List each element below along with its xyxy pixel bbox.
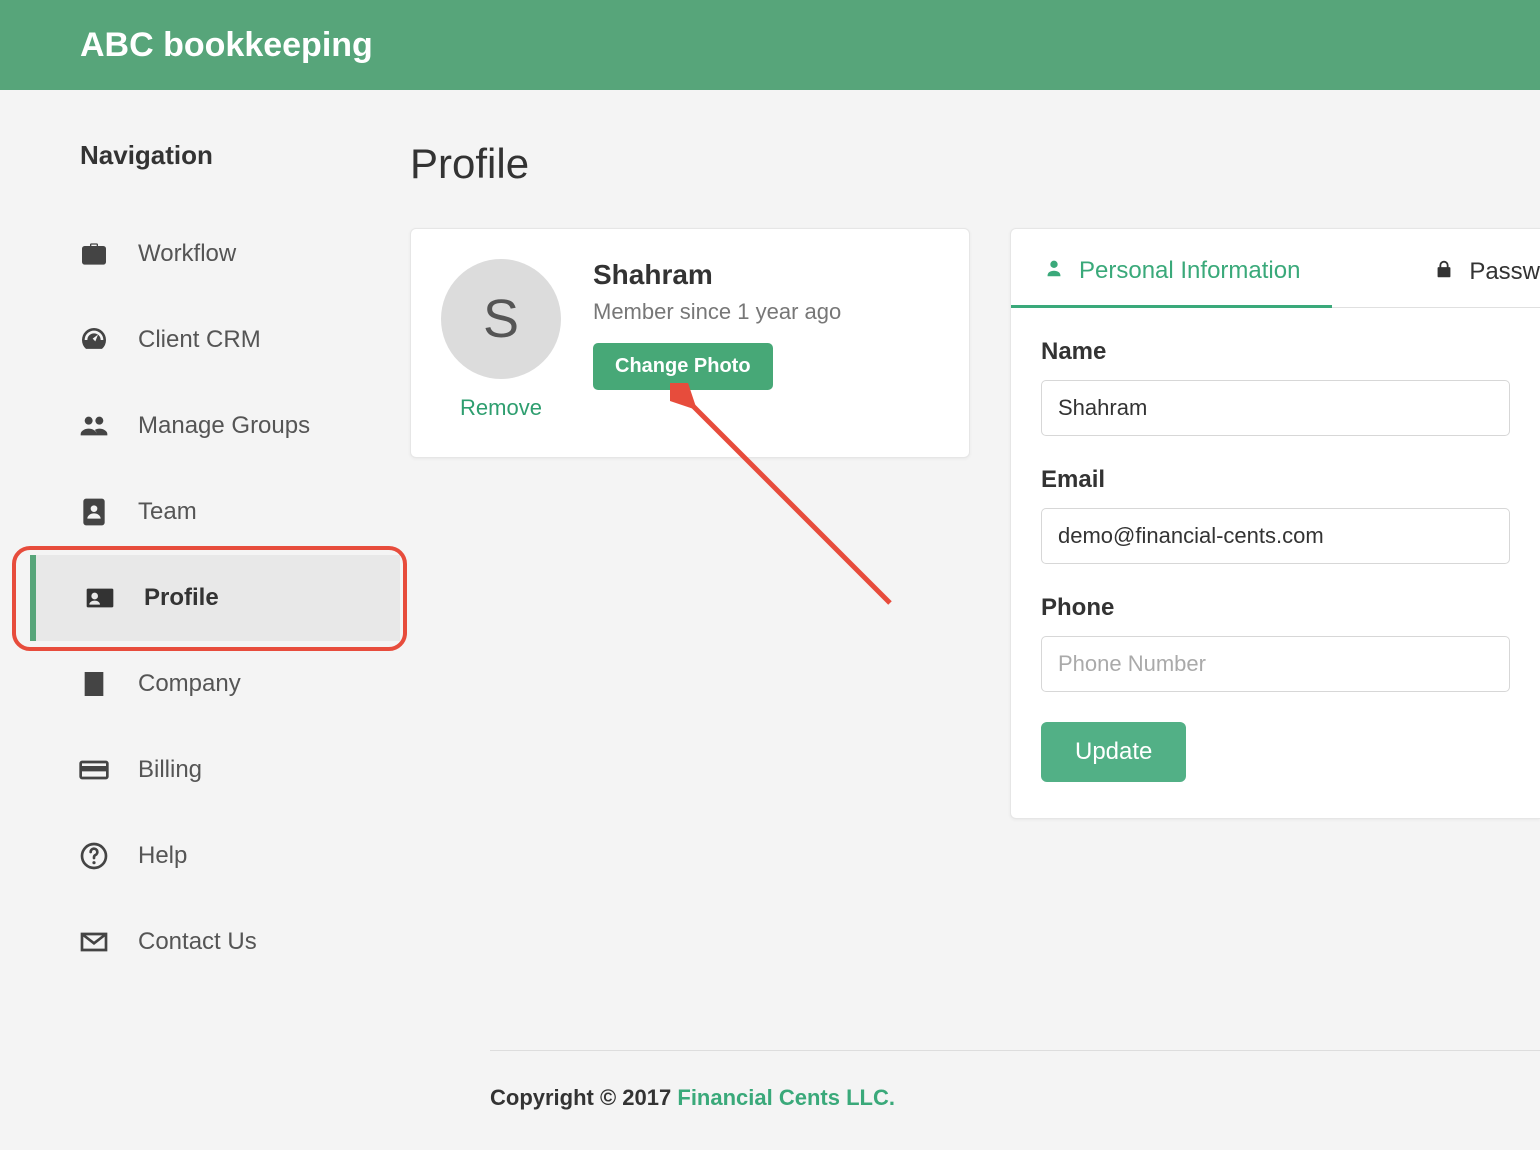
sidebar-item-label: Contact Us xyxy=(138,928,257,956)
sidebar-item-manage-groups[interactable]: Manage Groups xyxy=(70,383,400,469)
sidebar-item-team[interactable]: Team xyxy=(70,469,400,555)
tab-label: Personal Information xyxy=(1079,257,1300,285)
users-icon xyxy=(70,410,118,442)
sidebar-item-label: Team xyxy=(138,498,197,526)
sidebar-item-workflow[interactable]: Workflow xyxy=(70,211,400,297)
sidebar-title: Navigation xyxy=(70,140,400,171)
dashboard-icon xyxy=(70,324,118,356)
profile-tabs: Personal Information Passw xyxy=(1011,229,1540,308)
sidebar-item-label: Workflow xyxy=(138,240,236,268)
tab-personal-information[interactable]: Personal Information xyxy=(1011,229,1332,308)
sidebar-item-label: Profile xyxy=(144,584,219,612)
user-icon xyxy=(1043,257,1065,285)
avatar-initial: S xyxy=(483,288,519,350)
tab-password[interactable]: Passw xyxy=(1401,229,1540,307)
change-photo-button[interactable]: Change Photo xyxy=(593,343,773,390)
sidebar-item-label: Billing xyxy=(138,756,202,784)
remove-photo-link[interactable]: Remove xyxy=(460,395,542,421)
profile-card: S Remove Shahram Member since 1 year ago… xyxy=(410,228,970,458)
sidebar-item-client-crm[interactable]: Client CRM xyxy=(70,297,400,383)
card-icon xyxy=(70,754,118,786)
page-title: Profile xyxy=(410,140,1540,188)
lock-icon xyxy=(1433,258,1455,286)
footer: Copyright © 2017 Financial Cents LLC. xyxy=(490,1050,1540,1111)
help-icon xyxy=(70,840,118,872)
update-button[interactable]: Update xyxy=(1041,722,1186,782)
id-card-icon xyxy=(76,582,124,614)
briefcase-icon xyxy=(70,238,118,270)
sidebar-item-company[interactable]: Company xyxy=(70,641,400,727)
personal-info-card: Personal Information Passw Name Email Ph… xyxy=(1010,228,1540,819)
addressbook-icon xyxy=(70,496,118,528)
phone-label: Phone xyxy=(1041,594,1510,622)
sidebar: Navigation Workflow Client CRM Manage Gr… xyxy=(0,140,400,985)
topbar: ABC bookkeeping xyxy=(0,0,1540,90)
avatar: S xyxy=(441,259,561,379)
name-label: Name xyxy=(1041,338,1510,366)
app-title: ABC bookkeeping xyxy=(80,26,373,65)
sidebar-item-help[interactable]: Help xyxy=(70,813,400,899)
profile-name: Shahram xyxy=(593,259,841,291)
name-field[interactable] xyxy=(1041,380,1510,436)
footer-copyright: Copyright © 2017 Financial Cents LLC. xyxy=(490,1085,895,1110)
email-field[interactable] xyxy=(1041,508,1510,564)
sidebar-item-contact-us[interactable]: Contact Us xyxy=(70,899,400,985)
email-label: Email xyxy=(1041,466,1510,494)
building-icon xyxy=(70,668,118,700)
sidebar-item-label: Company xyxy=(138,670,241,698)
tab-label: Passw xyxy=(1469,258,1540,286)
profile-member-since: Member since 1 year ago xyxy=(593,299,841,325)
envelope-icon xyxy=(70,926,118,958)
sidebar-item-label: Client CRM xyxy=(138,326,261,354)
phone-field[interactable] xyxy=(1041,636,1510,692)
sidebar-item-billing[interactable]: Billing xyxy=(70,727,400,813)
sidebar-item-label: Help xyxy=(138,842,187,870)
sidebar-item-label: Manage Groups xyxy=(138,412,310,440)
footer-brand-link[interactable]: Financial Cents LLC. xyxy=(677,1085,895,1110)
sidebar-item-profile[interactable]: Profile xyxy=(30,555,400,641)
